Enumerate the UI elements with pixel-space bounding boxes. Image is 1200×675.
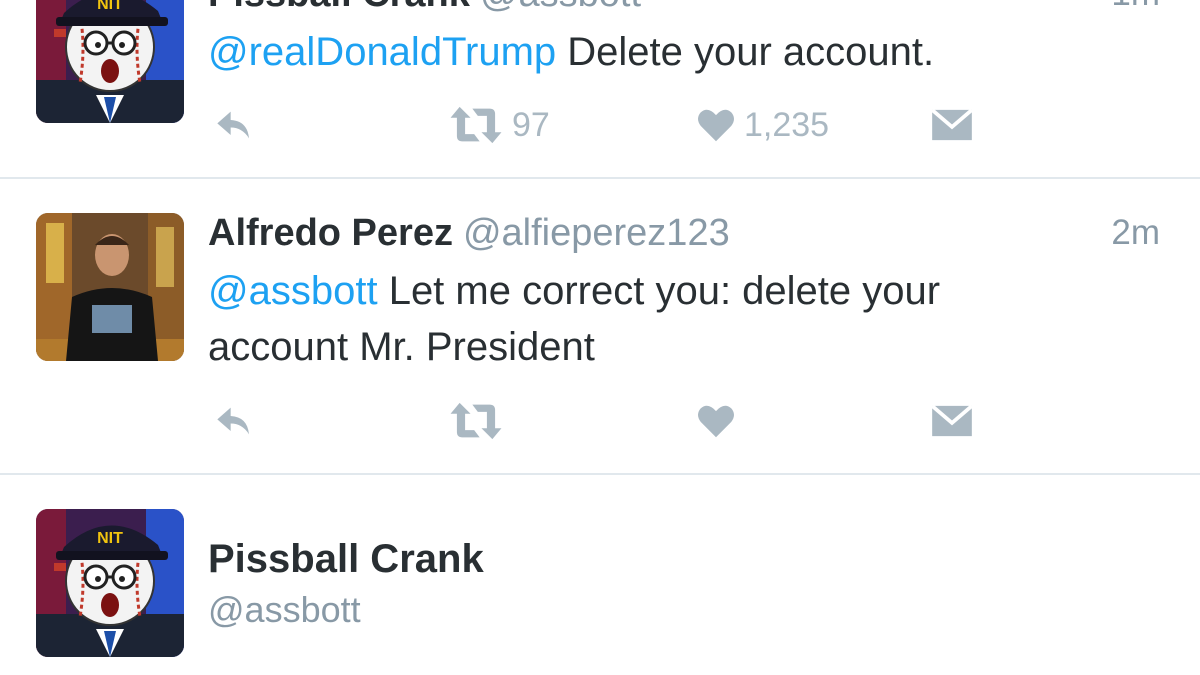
user-handle[interactable]: @assbott [480, 0, 641, 15]
direct-message-button[interactable] [930, 95, 974, 155]
user-name[interactable]: Pissball Crank [208, 0, 470, 15]
reply-icon [210, 105, 258, 145]
tweet-header: Alfredo Perez @alfieperez123 [208, 211, 730, 255]
timestamp[interactable]: 1m [1111, 0, 1160, 14]
avatar[interactable] [36, 0, 184, 123]
avatar[interactable] [36, 509, 184, 657]
retweet-button[interactable]: 97 [448, 95, 550, 155]
tweet-1[interactable]: Pissball Crank @assbott 1m @realDonaldTru… [0, 0, 1200, 178]
direct-message-icon [930, 108, 974, 142]
tweet-body: Delete your account. [556, 30, 935, 74]
retweet-icon [448, 401, 504, 441]
tweet-text: @assbott Let me correct you: delete your… [208, 263, 1088, 375]
like-icon [696, 107, 736, 143]
like-button[interactable]: 1,235 [696, 95, 829, 155]
profile-name: Pissball Crank [208, 537, 484, 581]
reply-icon [210, 401, 258, 441]
profile-handle: @assbott [208, 589, 361, 630]
timestamp[interactable]: 2m [1111, 213, 1160, 253]
like-count: 1,235 [744, 105, 830, 144]
user-name[interactable]: Alfredo Perez [208, 212, 453, 254]
tweet-actions [208, 391, 1008, 451]
retweet-button[interactable] [448, 391, 504, 451]
user-handle[interactable]: @alfieperez123 [463, 212, 730, 254]
tweet-2[interactable]: Alfredo Perez @alfieperez123 2m @assbott … [0, 179, 1200, 473]
reply-button[interactable] [210, 95, 258, 155]
direct-message-button[interactable] [930, 391, 974, 451]
retweet-icon [448, 105, 504, 145]
mention-link[interactable]: @realDonaldTrump [208, 30, 556, 74]
reply-button[interactable] [210, 391, 258, 451]
tweet-header: Pissball Crank @assbott [208, 0, 641, 16]
retweet-count: 97 [512, 105, 550, 144]
direct-message-icon [930, 404, 974, 438]
reply-composer[interactable] [0, 475, 1200, 675]
tweet-actions: 97 1,235 [208, 95, 1008, 155]
tweet-text: @realDonaldTrump Delete your account. [208, 24, 1108, 80]
mention-link[interactable]: @assbott [208, 269, 378, 313]
avatar[interactable] [36, 213, 184, 361]
like-button[interactable] [696, 391, 736, 451]
like-icon [696, 403, 736, 439]
